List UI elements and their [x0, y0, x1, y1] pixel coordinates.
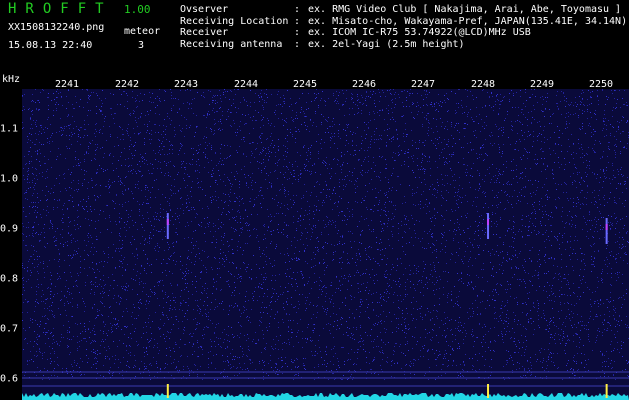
info-row-receiver: Receiver: ex. ICOM IC-R75 53.74922(@LCD)M… [180, 27, 627, 39]
station-info: Ovserver: ex. RMG Video Club [ Nakajima, … [180, 4, 627, 50]
y-tick-label: 0.8 [0, 273, 19, 285]
info-colon: : [294, 27, 301, 38]
info-value: ex. 2el-Yagi (2.5m height) [308, 38, 465, 50]
y-tick-label: 1.1 [0, 123, 19, 135]
app-version: 1.00 [124, 3, 151, 16]
meteor-echo [166, 213, 169, 239]
info-colon: : [294, 15, 301, 27]
spectrogram-canvas [22, 89, 629, 400]
info-value: ex. RMG Video Club [ Nakajima, Arai, Abe… [308, 4, 622, 15]
info-key: Receiving Location [180, 15, 289, 27]
info-colon: : [294, 4, 301, 15]
baseline-noise [22, 393, 629, 400]
meteor-echo-spike [487, 384, 490, 398]
info-key: Receiver [180, 27, 229, 38]
meteor-count: 3 [138, 40, 145, 51]
y-tick-label: 0.7 [0, 323, 19, 335]
info-key: Receiving antenna [180, 38, 283, 50]
y-tick-label: 0.6 [0, 373, 19, 385]
info-colon: : [294, 38, 301, 50]
y-tick-label: 1.0 [0, 173, 19, 185]
meteor-echo-core [487, 219, 490, 225]
meteor-echo-core [166, 219, 169, 225]
meteor-label: meteor [124, 26, 161, 37]
info-row-observer: Ovserver: ex. RMG Video Club [ Nakajima, … [180, 4, 627, 16]
info-key: Ovserver [180, 4, 229, 15]
noise-speckle [22, 89, 629, 380]
meteor-echo-spike [605, 384, 608, 398]
info-value: ex. Misato-cho, Wakayama-Pref, JAPAN(135… [308, 15, 628, 27]
meteor-echo [605, 218, 608, 244]
info-value: ex. ICOM IC-R75 53.74922(@LCD)MHz USB [308, 27, 531, 38]
y-tick-label: 0.9 [0, 223, 19, 235]
app-title: HROFFT [8, 1, 113, 17]
header-panel: HROFFT 1.00 XX1508132240.png meteor 15.0… [0, 0, 629, 78]
meteor-echo-core [605, 224, 608, 230]
meteor-echo [487, 213, 490, 239]
meteor-echo-spike [166, 384, 169, 398]
file-name: XX1508132240.png [8, 22, 105, 33]
info-row-location: Receiving Location: ex. Misato-cho, Wakay… [180, 16, 627, 28]
datetime: 15.08.13 22:40 [8, 40, 93, 51]
y-axis-unit: kHz [2, 74, 21, 85]
spectrogram-plot [22, 89, 629, 400]
info-row-antenna: Receiving antenna: ex. 2el-Yagi (2.5m hei… [180, 39, 627, 51]
